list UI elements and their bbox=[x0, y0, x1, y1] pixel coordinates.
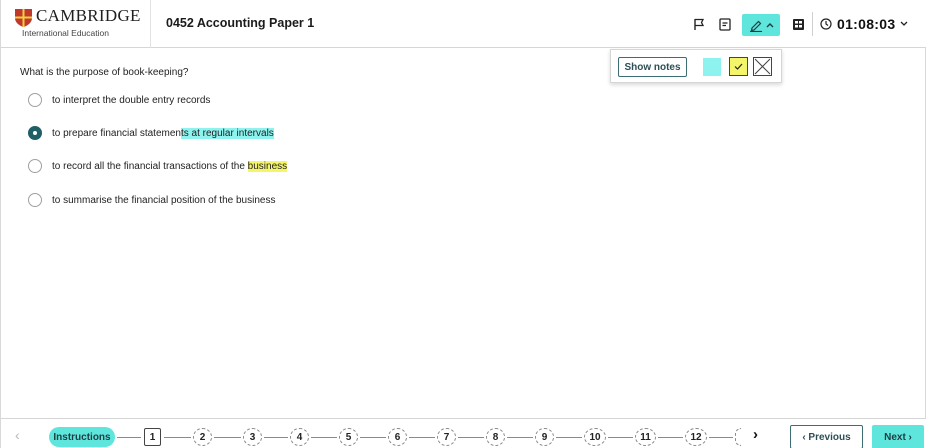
timer-toggle[interactable]: 01:08:03 bbox=[820, 14, 908, 34]
scroll-right-arrow[interactable]: › bbox=[753, 426, 758, 443]
connector-line bbox=[264, 437, 288, 438]
paper-title: 0452 Accounting Paper 1 bbox=[166, 16, 315, 30]
yellow-highlight-swatch[interactable] bbox=[729, 57, 748, 76]
radio-button[interactable] bbox=[28, 193, 42, 207]
option-text: to summarise the financial position of t… bbox=[52, 194, 276, 206]
connector-line bbox=[360, 437, 386, 438]
show-notes-button[interactable]: Show notes bbox=[618, 57, 687, 77]
question-prompt: What is the purpose of book-keeping? bbox=[20, 67, 189, 78]
connector-line bbox=[658, 437, 683, 438]
check-icon bbox=[734, 63, 743, 70]
chevron-down-icon bbox=[900, 21, 908, 26]
radio-button[interactable] bbox=[28, 159, 42, 173]
divider bbox=[812, 12, 813, 36]
highlighted-text: business bbox=[247, 160, 288, 172]
option-text: to interpret the double entry records bbox=[52, 94, 211, 106]
cyan-highlight-swatch[interactable] bbox=[703, 58, 721, 76]
connector-line bbox=[311, 437, 337, 438]
answer-option-b[interactable]: to prepare financial statements at regul… bbox=[28, 125, 274, 141]
question-nav-partial bbox=[735, 428, 741, 446]
question-nav-9[interactable]: 9 bbox=[535, 428, 554, 446]
question-nav-2[interactable]: 2 bbox=[193, 428, 212, 446]
option-text: to prepare financial statements at regul… bbox=[52, 127, 274, 139]
logo-subtitle: International Education bbox=[22, 27, 109, 38]
connector-line bbox=[507, 437, 533, 438]
footer-nav: ‹ Instructions 1 2 3 4 5 6 7 8 9 10 11 1… bbox=[1, 418, 926, 448]
clear-highlight-swatch[interactable] bbox=[753, 57, 772, 76]
instructions-button[interactable]: Instructions bbox=[49, 427, 115, 447]
highlighter-button[interactable] bbox=[742, 14, 780, 36]
calculator-button[interactable] bbox=[788, 14, 808, 34]
answer-option-d[interactable]: to summarise the financial position of t… bbox=[28, 192, 275, 208]
clock-icon bbox=[820, 18, 832, 30]
answer-option-a[interactable]: to interpret the double entry records bbox=[28, 92, 210, 108]
radio-button-selected[interactable] bbox=[28, 126, 42, 140]
connector-line bbox=[608, 437, 633, 438]
chevron-up-icon bbox=[766, 23, 773, 28]
radio-button[interactable] bbox=[28, 93, 42, 107]
header-bar: CAMBRIDGE International Education 0452 A… bbox=[1, 0, 926, 48]
question-nav-3[interactable]: 3 bbox=[243, 428, 262, 446]
connector-line bbox=[458, 437, 484, 438]
flag-icon bbox=[694, 18, 705, 30]
connector-line bbox=[164, 437, 191, 438]
question-nav-6[interactable]: 6 bbox=[388, 428, 407, 446]
question-nav-5[interactable]: 5 bbox=[339, 428, 358, 446]
connector-line bbox=[214, 437, 241, 438]
connector-line bbox=[117, 437, 141, 438]
connector-line bbox=[556, 437, 582, 438]
question-nav-11[interactable]: 11 bbox=[635, 428, 656, 446]
highlight-menu: Show notes bbox=[610, 49, 782, 83]
notes-button[interactable] bbox=[715, 14, 735, 34]
question-nav-10[interactable]: 10 bbox=[584, 428, 606, 446]
highlighted-text: ts at regular intervals bbox=[180, 127, 274, 139]
connector-line bbox=[709, 437, 733, 438]
highlighter-icon bbox=[749, 20, 762, 32]
app-frame: CAMBRIDGE International Education 0452 A… bbox=[0, 0, 926, 448]
logo-wordmark: CAMBRIDGE bbox=[36, 5, 141, 25]
timer-value: 01:08:03 bbox=[837, 16, 896, 32]
question-nav-4[interactable]: 4 bbox=[290, 428, 309, 446]
notes-icon bbox=[719, 17, 731, 31]
cross-icon bbox=[754, 58, 771, 75]
shield-icon bbox=[15, 8, 32, 27]
connector-line bbox=[409, 437, 435, 438]
scroll-left-arrow[interactable]: ‹ bbox=[15, 427, 20, 443]
previous-button[interactable]: ‹ Previous bbox=[790, 425, 863, 448]
cambridge-logo: CAMBRIDGE International Education bbox=[1, 0, 151, 48]
question-nav-7[interactable]: 7 bbox=[437, 428, 456, 446]
question-nav-8[interactable]: 8 bbox=[486, 428, 505, 446]
question-nav-12[interactable]: 12 bbox=[685, 428, 707, 446]
option-text: to record all the financial transactions… bbox=[52, 160, 288, 172]
answer-option-c[interactable]: to record all the financial transactions… bbox=[28, 158, 288, 174]
question-nav-1[interactable]: 1 bbox=[144, 428, 161, 446]
calculator-icon bbox=[792, 18, 804, 30]
next-button[interactable]: Next › bbox=[872, 425, 924, 448]
flag-button[interactable] bbox=[689, 14, 709, 34]
